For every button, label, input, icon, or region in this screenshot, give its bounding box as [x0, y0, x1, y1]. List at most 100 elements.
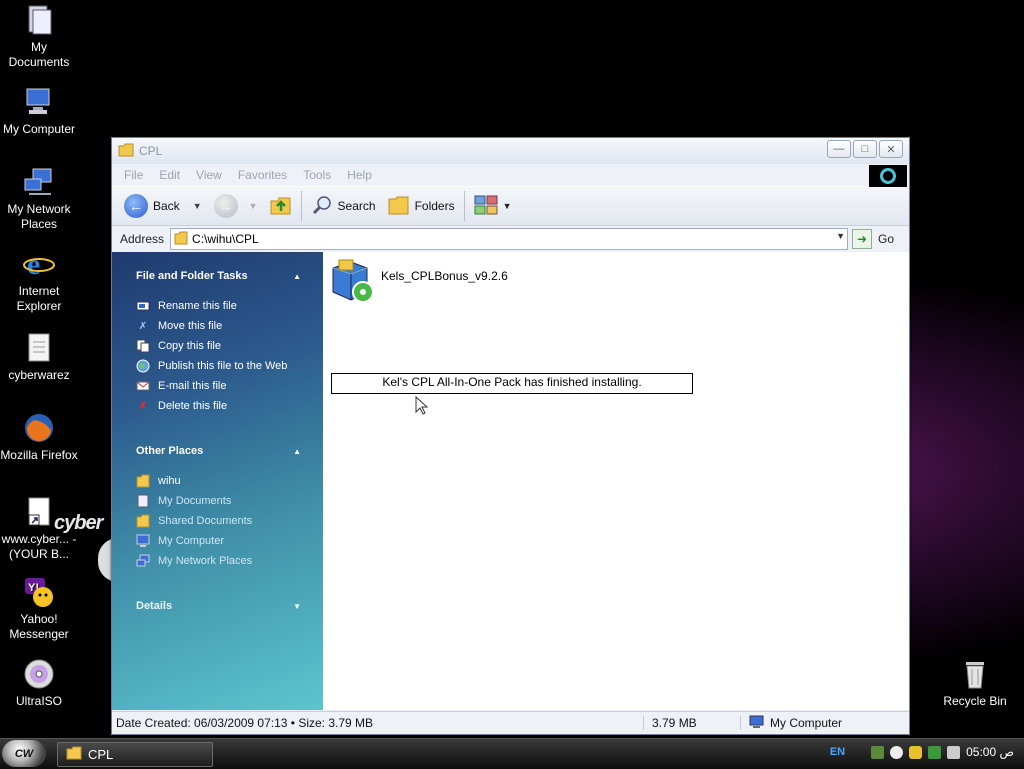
desktop-icon-my-computer[interactable]: My Computer: [0, 86, 79, 137]
back-label: Back: [153, 199, 180, 213]
shortcut-icon: [23, 496, 55, 528]
main-content: File and Folder Tasks ▲ Rename this file…: [112, 252, 909, 710]
views-button[interactable]: ▼: [468, 190, 518, 222]
address-label: Address: [120, 232, 165, 246]
start-button[interactable]: CW: [2, 740, 46, 767]
file-item[interactable]: Kels_CPLBonus_v9.2.6: [329, 258, 508, 309]
task-label: Move this file: [158, 320, 223, 332]
menu-edit[interactable]: Edit: [151, 168, 188, 182]
task-move[interactable]: ✗ Move this file: [136, 319, 222, 333]
chevron-down-icon: ▼: [502, 201, 512, 211]
desktop-icon-mozilla-firefox[interactable]: Mozilla Firefox: [0, 412, 79, 463]
chevron-down-icon[interactable]: ▼: [193, 201, 202, 211]
place-my-documents[interactable]: My Documents: [136, 494, 231, 508]
taskbar-item-cpl[interactable]: CPL: [57, 742, 213, 767]
desktop-icon-ultraiso[interactable]: UltraISO: [0, 658, 79, 709]
task-copy[interactable]: Copy this file: [136, 339, 221, 353]
minimize-button[interactable]: —: [827, 140, 851, 158]
copy-icon: [136, 339, 150, 353]
menu-favorites[interactable]: Favorites: [230, 168, 295, 182]
shared-folder-icon: [136, 514, 150, 528]
desktop-icon-cyberwarez[interactable]: cyberwarez: [0, 332, 79, 383]
collapse-icon[interactable]: ▲: [293, 447, 301, 456]
place-shared-documents[interactable]: Shared Documents: [136, 514, 252, 528]
window-title: CPL: [139, 144, 163, 158]
taskbar: CW CPL EN ص 05:00: [0, 738, 1024, 769]
place-my-computer[interactable]: My Computer: [136, 534, 224, 548]
menu-file[interactable]: File: [112, 168, 151, 182]
search-button[interactable]: Search: [305, 190, 382, 222]
task-delete[interactable]: ✗ Delete this file: [136, 399, 227, 413]
back-button[interactable]: ← Back ▼: [118, 190, 208, 222]
place-label: wihu: [158, 475, 181, 487]
tray-messenger-icon[interactable]: [890, 745, 904, 759]
up-folder-button[interactable]: [264, 190, 298, 222]
task-rename[interactable]: Rename this file: [136, 299, 237, 313]
close-button[interactable]: ✕: [879, 140, 903, 158]
task-label: Publish this file to the Web: [158, 360, 288, 372]
explorer-window: CPL — □ ✕ File Edit View Favorites Tools…: [111, 137, 910, 735]
search-icon: [311, 194, 333, 219]
maximize-button[interactable]: □: [853, 140, 877, 158]
status-size: 3.79 MB: [644, 716, 741, 730]
title-bar[interactable]: CPL — □ ✕: [112, 138, 909, 164]
internet-explorer-icon: e: [23, 248, 55, 280]
task-email[interactable]: E-mail this file: [136, 379, 226, 393]
desktop-icon-my-documents[interactable]: My Documents: [0, 4, 79, 70]
maximize-icon: □: [861, 143, 869, 155]
computer-icon: [749, 715, 765, 732]
menu-view[interactable]: View: [188, 168, 230, 182]
menu-tools[interactable]: Tools: [295, 168, 339, 182]
menu-help[interactable]: Help: [339, 168, 380, 182]
tray-leaf-icon[interactable]: [871, 745, 885, 759]
desktop-icon-label: www.cyber... - (YOUR B...: [1, 532, 77, 561]
task-publish[interactable]: Publish this file to the Web: [136, 359, 287, 373]
details-header[interactable]: Details: [136, 600, 172, 612]
shield-icon[interactable]: [909, 745, 923, 759]
recycle-bin-icon: [959, 658, 991, 690]
go-label: Go: [878, 232, 895, 246]
folder-icon: [174, 231, 188, 248]
task-label: Rename this file: [158, 300, 237, 312]
tray-network-icon[interactable]: [928, 745, 942, 759]
language-indicator[interactable]: EN: [830, 746, 845, 758]
task-label: Copy this file: [158, 340, 221, 352]
place-my-network-places[interactable]: My Network Places: [136, 554, 252, 568]
forward-button[interactable]: → ▼: [208, 190, 264, 222]
desktop-icon-yahoo-messenger[interactable]: Y! Yahoo! Messenger: [0, 576, 79, 642]
mouse-cursor-icon: [415, 395, 429, 419]
place-wihu[interactable]: wihu: [136, 474, 181, 488]
documents-icon: [23, 4, 55, 36]
expand-icon[interactable]: ▼: [293, 602, 301, 611]
desktop-icon-my-network-places[interactable]: My Network Places: [0, 166, 79, 232]
collapse-icon[interactable]: ▲: [293, 272, 301, 281]
search-label: Search: [337, 199, 376, 213]
other-places-header[interactable]: Other Places: [136, 445, 203, 457]
clock[interactable]: ص 05:00: [966, 745, 1014, 759]
svg-text:e: e: [27, 248, 40, 280]
chevron-down-icon[interactable]: ▼: [836, 231, 845, 241]
system-tray: EN ص 05:00: [830, 745, 1014, 759]
cyber-logo: cyber: [54, 512, 103, 534]
volume-icon[interactable]: [947, 745, 961, 759]
installer-icon: [329, 258, 375, 309]
address-input[interactable]: C:\wihu\CPL ▼: [170, 228, 849, 250]
file-folder-tasks-header[interactable]: File and Folder Tasks: [136, 270, 248, 282]
menu-bar: File Edit View Favorites Tools Help: [112, 164, 909, 187]
file-name: Kels_CPLBonus_v9.2.6: [381, 268, 508, 283]
text-file-icon: [23, 332, 55, 364]
address-value: C:\wihu\CPL: [192, 232, 259, 246]
place-label: My Network Places: [158, 555, 253, 567]
computer-icon: [23, 86, 55, 118]
desktop-icon-internet-explorer[interactable]: e Internet Explorer: [0, 248, 79, 314]
close-icon: ✕: [886, 143, 896, 156]
desktop-icon-recycle-bin[interactable]: Recycle Bin: [935, 658, 1015, 709]
toolbar: ← Back ▼ → ▼ Search Folders ▼: [112, 186, 909, 226]
chevron-down-icon[interactable]: ▼: [249, 201, 258, 211]
desktop-icon-label: My Documents: [8, 40, 70, 69]
desktop-icon-label: Yahoo! Messenger: [9, 612, 69, 641]
folder-icon: [136, 474, 150, 488]
go-button[interactable]: ➜ Go: [852, 229, 894, 249]
folders-button[interactable]: Folders: [382, 190, 461, 222]
desktop-icon-label: My Network Places: [7, 202, 71, 231]
